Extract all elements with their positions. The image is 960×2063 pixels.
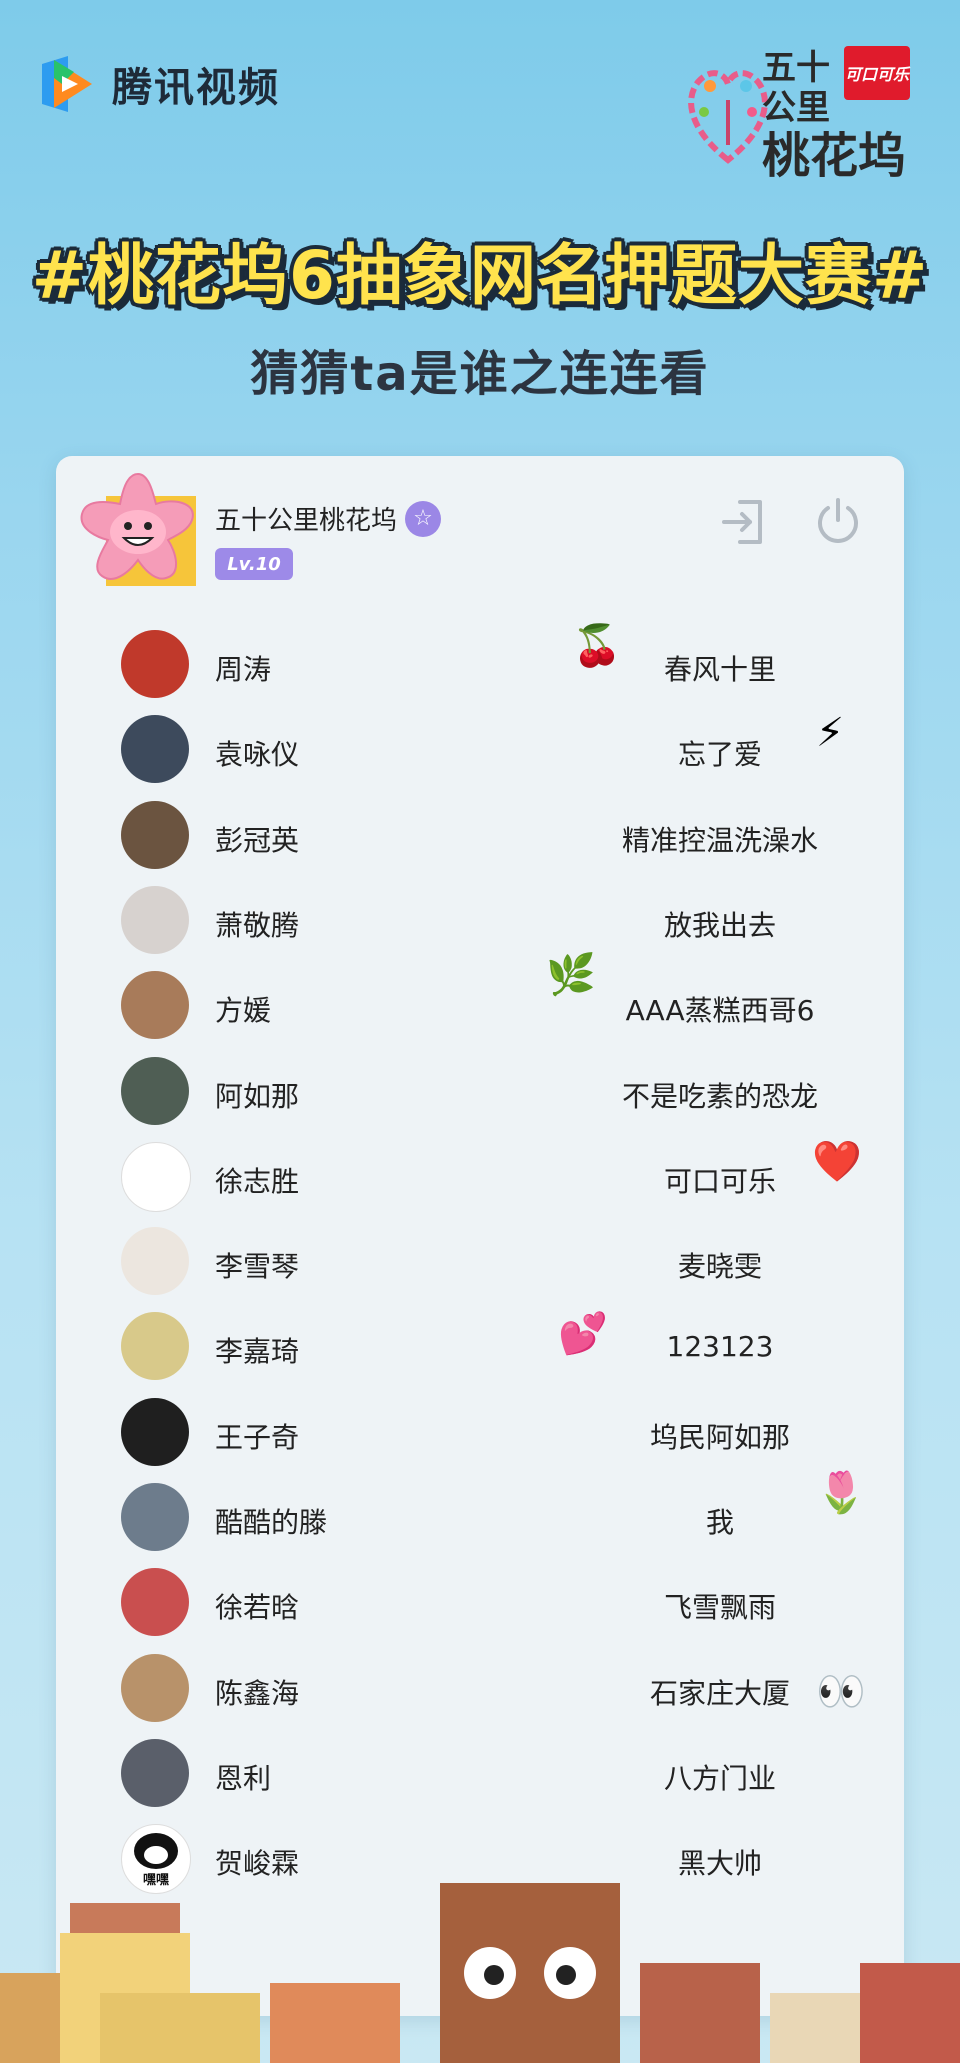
- nickname: 放我出去: [663, 909, 776, 942]
- person-name: 酷酷的滕: [215, 1506, 328, 1539]
- list-item[interactable]: 方媛 AAA蒸糕西哥6 🌿: [0, 953, 960, 1041]
- nickname: 123123: [666, 1330, 774, 1363]
- avatar[interactable]: [121, 1654, 189, 1722]
- nickname: 八方门业: [663, 1762, 776, 1795]
- cityscape-illustration: [0, 1883, 960, 2063]
- cherry-icon: 🍒: [572, 623, 622, 669]
- avatar[interactable]: [121, 1483, 189, 1551]
- person-name: 周涛: [215, 653, 272, 686]
- avatar[interactable]: [121, 1739, 189, 1807]
- list-item[interactable]: 周涛 春风十里 🍒: [0, 624, 960, 700]
- person-name: 王子奇: [215, 1421, 300, 1454]
- list-item[interactable]: 徐志胜 可口可乐 ❤️: [0, 1139, 960, 1212]
- avatar[interactable]: [121, 1142, 191, 1212]
- subheadline: 猜猜ta是谁之连连看: [250, 346, 710, 402]
- avatar[interactable]: [121, 971, 189, 1039]
- person-name: 阿如那: [215, 1080, 300, 1113]
- nickname: 麦晓雯: [677, 1250, 762, 1283]
- list-item[interactable]: 彭冠英 精准控温洗澡水: [0, 801, 960, 871]
- list-item[interactable]: 李雪琴 麦晓雯: [0, 1227, 960, 1297]
- avatar[interactable]: [121, 1312, 189, 1380]
- headline: #桃花坞6抽象网名押题大赛#: [31, 237, 929, 314]
- list-item[interactable]: 徐若晗 飞雪飘雨: [0, 1568, 960, 1638]
- avatar[interactable]: [121, 801, 189, 869]
- show-logo: 五十 公里 桃花坞 可口可乐: [680, 42, 920, 184]
- nickname: 坞民阿如那: [649, 1421, 790, 1454]
- person-name: 彭冠英: [215, 824, 300, 857]
- avatar[interactable]: [121, 715, 189, 783]
- profile-avatar[interactable]: [76, 468, 200, 592]
- brand: 腾讯视频: [34, 52, 280, 116]
- lightning-icon: ⚡: [816, 710, 845, 756]
- partner-line3: 桃花坞: [762, 128, 907, 184]
- eyes-icon: 👀: [816, 1669, 866, 1715]
- profile-name: 五十公里桃花坞: [215, 506, 398, 536]
- list-item[interactable]: 恩利 八方门业: [0, 1739, 960, 1809]
- tulip-icon: 🌷: [816, 1470, 866, 1516]
- power-icon[interactable]: [812, 496, 864, 548]
- avatar[interactable]: [121, 1227, 189, 1295]
- partner-line1: 五十: [762, 48, 830, 88]
- star-badge-icon: ☆: [405, 500, 442, 537]
- brand-name: 腾讯视频: [112, 65, 280, 111]
- list-item[interactable]: 袁咏仪 忘了爱 ⚡: [0, 711, 960, 785]
- nickname: 不是吃素的恐龙: [621, 1080, 818, 1113]
- level-badge: Lv.10: [215, 548, 293, 580]
- list-item[interactable]: 萧敬腾 放我出去: [0, 886, 960, 956]
- person-name: 徐若晗: [215, 1591, 300, 1624]
- avatar[interactable]: [121, 886, 189, 954]
- person-name: 李嘉琦: [215, 1335, 300, 1368]
- nickname: AAA蒸糕西哥6: [625, 994, 815, 1027]
- heart-icon: ❤️: [812, 1139, 862, 1185]
- person-name: 徐志胜: [215, 1165, 300, 1198]
- person-name: 陈鑫海: [215, 1677, 300, 1710]
- list-item[interactable]: 陈鑫海 石家庄大厦 👀: [0, 1654, 960, 1724]
- tencent-video-logo-icon: [34, 52, 98, 116]
- person-name: 萧敬腾: [215, 909, 300, 942]
- list-item[interactable]: 李嘉琦 123123 💕: [0, 1312, 960, 1382]
- person-name: 袁咏仪: [215, 738, 300, 771]
- person-name: 李雪琴: [215, 1250, 300, 1283]
- list-item[interactable]: 酷酷的滕我 🌷: [0, 1471, 960, 1553]
- person-name: 恩利: [215, 1762, 272, 1795]
- avatar[interactable]: [121, 1057, 189, 1125]
- partner-line2: 公里: [762, 88, 830, 128]
- nickname: 精准控温洗澡水: [621, 824, 818, 857]
- login-icon[interactable]: [718, 496, 770, 548]
- coca-cola-logo: 可口可乐: [844, 46, 910, 100]
- two-hearts-icon: 💕: [558, 1311, 608, 1357]
- avatar[interactable]: [121, 1398, 189, 1466]
- herb-icon: 🌿: [546, 952, 596, 998]
- list-item[interactable]: 阿如那 不是吃素的恐龙: [0, 1057, 960, 1127]
- avatar[interactable]: [121, 1568, 189, 1636]
- avatar[interactable]: [121, 630, 189, 698]
- person-name: 方媛: [215, 994, 272, 1027]
- list-item[interactable]: 王子奇 坞民阿如那: [0, 1398, 960, 1468]
- nickname: 飞雪飘雨: [663, 1591, 776, 1624]
